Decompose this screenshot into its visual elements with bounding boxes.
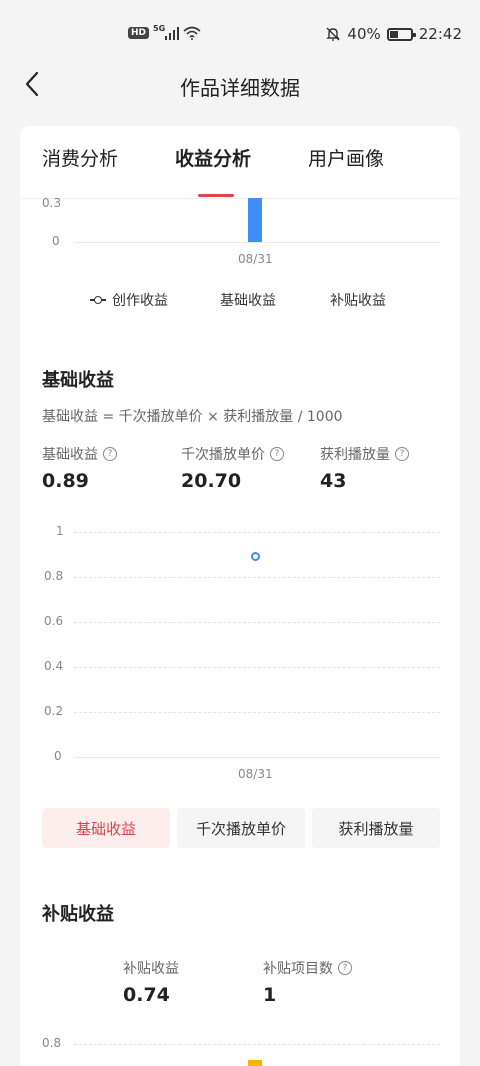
page-title: 作品详细数据 (180, 76, 300, 100)
y-tick: 0.3 (42, 196, 62, 210)
legend-item-base[interactable]: 基础收益 (220, 290, 276, 310)
y-tick: 0.2 (44, 704, 64, 718)
header: 作品详细数据 (0, 60, 480, 110)
mute-bell-icon (326, 27, 341, 41)
battery-icon (386, 27, 416, 41)
status-left: HD 5G (128, 23, 201, 40)
info-icon[interactable]: ? (338, 961, 352, 975)
content-card: 消费分析 收益分析 用户画像 0.3 0 08/31 创作收益 基础收益 补贴收… (20, 126, 460, 1066)
x-tick: 08/31 (238, 252, 273, 266)
tab-user-profile[interactable]: 用户画像 (308, 144, 384, 171)
gridline (74, 667, 440, 668)
y-tick: 0 (52, 234, 60, 248)
metric-label: 基础收益 (42, 447, 98, 463)
toggle-monetized-plays[interactable]: 获利播放量 (312, 808, 440, 848)
tab-bar: 消费分析 收益分析 用户画像 (20, 144, 460, 184)
metric-label: 补贴收益 (123, 961, 179, 977)
y-tick: 0 (54, 749, 62, 763)
battery-percent: 40% (347, 25, 381, 43)
metric-monetized-plays: 获利播放量? 43 (320, 444, 409, 492)
toggle-base-income[interactable]: 基础收益 (42, 808, 170, 848)
status-bar: HD 5G 40% 22:42 (0, 0, 480, 68)
metric-value: 0.89 (42, 470, 89, 492)
info-icon[interactable]: ? (103, 447, 117, 461)
info-icon[interactable]: ? (395, 447, 409, 461)
status-right: 40% 22:42 (325, 25, 462, 43)
chart-baseline (74, 242, 440, 243)
section-title-base: 基础收益 (42, 370, 114, 391)
chart-baseline (74, 757, 440, 758)
wifi-icon (183, 26, 201, 40)
formula-text: 基础收益 = 千次播放单价 × 获利播放量 / 1000 (42, 409, 343, 425)
hd-badge: HD (128, 27, 150, 39)
tab-revenue[interactable]: 收益分析 (175, 144, 251, 171)
legend-label: 补贴收益 (330, 293, 386, 309)
line-marker-icon (90, 296, 106, 304)
metric-label: 补贴项目数 (263, 961, 333, 977)
chart-bar (248, 198, 262, 242)
info-icon[interactable]: ? (270, 447, 284, 461)
y-tick: 0.4 (44, 659, 64, 673)
y-tick: 0.8 (42, 1036, 62, 1050)
clock: 22:42 (418, 25, 462, 43)
y-tick: 1 (56, 524, 64, 538)
legend-label: 基础收益 (220, 293, 276, 309)
legend-item-subsidy[interactable]: 补贴收益 (330, 290, 386, 310)
tab-consumption[interactable]: 消费分析 (42, 144, 118, 171)
signal-icon (165, 26, 180, 40)
network-type: 5G (153, 23, 166, 33)
metric-value: 1 (263, 984, 277, 1006)
legend-item-creation[interactable]: 创作收益 (90, 290, 168, 310)
metric-subsidy-income: 补贴收益 0.74 (123, 958, 179, 1006)
data-point[interactable] (250, 552, 260, 562)
x-tick: 08/31 (238, 767, 273, 781)
gridline (74, 622, 440, 623)
metric-label: 获利播放量 (320, 447, 390, 463)
legend-label: 创作收益 (112, 293, 168, 309)
gridline (74, 577, 440, 578)
chart-legend: 创作收益 基础收益 补贴收益 (20, 290, 460, 314)
metric-subsidy-count: 补贴项目数? 1 (263, 958, 352, 1006)
section-title-subsidy: 补贴收益 (42, 904, 114, 925)
metric-base-income: 基础收益? 0.89 (42, 444, 117, 492)
y-tick: 0.6 (44, 614, 64, 628)
tabs-divider (20, 198, 460, 199)
metric-cpm: 千次播放单价? 20.70 (181, 444, 284, 492)
chart-bar (248, 1060, 262, 1066)
tab-indicator (198, 194, 234, 197)
gridline (74, 532, 440, 533)
metric-value: 0.74 (123, 984, 170, 1006)
toggle-cpm[interactable]: 千次播放单价 (177, 808, 305, 848)
metric-value: 20.70 (181, 470, 242, 492)
gridline (74, 712, 440, 713)
gridline (74, 1044, 440, 1045)
metric-value: 43 (320, 470, 347, 492)
metric-toggle-group: 基础收益 千次播放单价 获利播放量 (42, 808, 440, 848)
metric-label: 千次播放单价 (181, 447, 265, 463)
y-tick: 0.8 (44, 569, 64, 583)
